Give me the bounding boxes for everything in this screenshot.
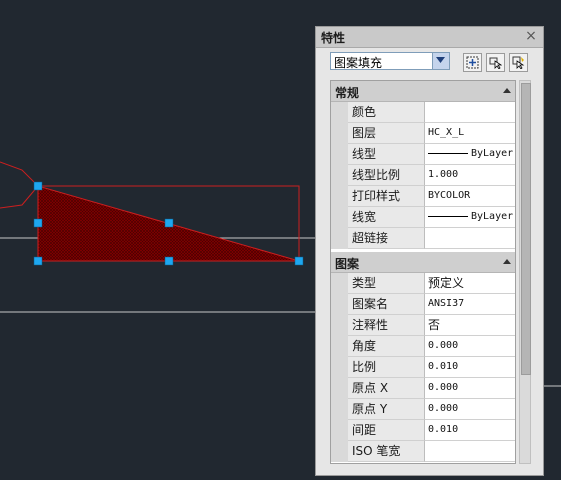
- property-name: 比例: [348, 357, 425, 378]
- property-value[interactable]: 预定义: [425, 273, 515, 294]
- object-type-dropdown[interactable]: 图案填充: [330, 52, 450, 70]
- property-value[interactable]: 0.000: [425, 336, 515, 357]
- object-type-value: 图案填充: [334, 56, 383, 70]
- row-gutter: [331, 186, 348, 207]
- line-sample: [428, 215, 468, 217]
- property-value[interactable]: [425, 102, 515, 123]
- property-name: 线型: [348, 144, 425, 165]
- property-value[interactable]: 否: [425, 315, 515, 336]
- palette-title: 特性: [321, 31, 346, 45]
- line-sample: [428, 152, 468, 154]
- property-row-spacing[interactable]: 间距 0.010: [331, 420, 515, 441]
- property-row-lineweight[interactable]: 线宽 ByLayer: [331, 207, 515, 228]
- property-name: 图层: [348, 123, 425, 144]
- row-gutter: [331, 165, 348, 186]
- row-gutter: [331, 294, 348, 315]
- section-header-general[interactable]: 常规: [331, 81, 515, 102]
- property-name: ISO 笔宽: [348, 441, 425, 462]
- property-name: 注释性: [348, 315, 425, 336]
- properties-palette: 特性 × 图案填充 常规 颜色 图层 HC_X_L 线型 ByLayer 线型比…: [315, 26, 544, 476]
- property-value-linetype[interactable]: ByLayer: [425, 144, 515, 165]
- row-gutter: [331, 273, 348, 294]
- red-polyline[interactable]: [0, 161, 39, 209]
- property-name: 角度: [348, 336, 425, 357]
- row-gutter: [331, 315, 348, 336]
- row-gutter: [331, 441, 348, 462]
- collapse-icon[interactable]: [503, 88, 511, 93]
- property-row-linetype[interactable]: 线型 ByLayer: [331, 144, 515, 165]
- property-value[interactable]: 0.000: [425, 378, 515, 399]
- property-name: 线型比例: [348, 165, 425, 186]
- property-value[interactable]: 0.010: [425, 357, 515, 378]
- property-name: 超链接: [348, 228, 425, 249]
- property-name: 类型: [348, 273, 425, 294]
- property-row-angle[interactable]: 角度 0.000: [331, 336, 515, 357]
- property-row-origin-y[interactable]: 原点 Y 0.000: [331, 399, 515, 420]
- grip-mid-left[interactable]: [33, 218, 43, 228]
- property-name: 原点 X: [348, 378, 425, 399]
- property-value[interactable]: ANSI37: [425, 294, 515, 315]
- property-value-text: ByLayer: [471, 148, 514, 159]
- property-value-text: ByLayer: [471, 211, 514, 222]
- collapse-icon[interactable]: [503, 259, 511, 264]
- grip-bottom-right[interactable]: [294, 256, 304, 266]
- row-gutter: [331, 420, 348, 441]
- section-label: 常规: [335, 86, 360, 100]
- scrollbar-thumb[interactable]: [521, 83, 531, 375]
- section-header-pattern[interactable]: 图案: [331, 252, 515, 273]
- row-gutter: [331, 336, 348, 357]
- property-name: 线宽: [348, 207, 425, 228]
- grip-center[interactable]: [164, 218, 174, 228]
- row-gutter: [331, 144, 348, 165]
- row-gutter: [331, 207, 348, 228]
- row-gutter: [331, 378, 348, 399]
- section-label: 图案: [335, 257, 360, 271]
- property-row-scale[interactable]: 比例 0.010: [331, 357, 515, 378]
- property-value[interactable]: [425, 228, 515, 249]
- grip-top-left[interactable]: [33, 181, 43, 191]
- property-row-linetype-scale[interactable]: 线型比例 1.000: [331, 165, 515, 186]
- property-value[interactable]: [425, 441, 515, 462]
- grip-bottom-left[interactable]: [33, 256, 43, 266]
- property-row-type[interactable]: 类型 预定义: [331, 273, 515, 294]
- quick-select-button[interactable]: [509, 53, 528, 72]
- property-row-pattern-name[interactable]: 图案名 ANSI37: [331, 294, 515, 315]
- property-name: 打印样式: [348, 186, 425, 207]
- row-gutter: [331, 357, 348, 378]
- property-row-iso-pen-width[interactable]: ISO 笔宽: [331, 441, 515, 462]
- row-gutter: [331, 102, 348, 123]
- property-row-origin-x[interactable]: 原点 X 0.000: [331, 378, 515, 399]
- close-icon[interactable]: ×: [523, 28, 539, 44]
- property-value-lineweight[interactable]: ByLayer: [425, 207, 515, 228]
- select-objects-button[interactable]: [486, 53, 505, 72]
- palette-title-bar[interactable]: 特性 ×: [316, 27, 543, 48]
- property-value[interactable]: BYCOLOR: [425, 186, 515, 207]
- property-name: 原点 Y: [348, 399, 425, 420]
- property-row-plot-style[interactable]: 打印样式 BYCOLOR: [331, 186, 515, 207]
- properties-grid: 常规 颜色 图层 HC_X_L 线型 ByLayer 线型比例 1.000 打印…: [330, 80, 516, 464]
- property-row-hyperlink[interactable]: 超链接: [331, 228, 515, 249]
- property-name: 颜色: [348, 102, 425, 123]
- property-name: 间距: [348, 420, 425, 441]
- property-name: 图案名: [348, 294, 425, 315]
- row-gutter: [331, 399, 348, 420]
- property-value[interactable]: HC_X_L: [425, 123, 515, 144]
- property-row-annotative[interactable]: 注释性 否: [331, 315, 515, 336]
- property-value[interactable]: 0.010: [425, 420, 515, 441]
- chevron-down-icon[interactable]: [432, 53, 449, 69]
- row-gutter: [331, 123, 348, 144]
- properties-scrollbar[interactable]: [519, 80, 531, 464]
- grip-bottom-mid[interactable]: [164, 256, 174, 266]
- property-row-color[interactable]: 颜色: [331, 102, 515, 123]
- row-gutter: [331, 228, 348, 249]
- property-row-layer[interactable]: 图层 HC_X_L: [331, 123, 515, 144]
- property-value[interactable]: 1.000: [425, 165, 515, 186]
- property-value[interactable]: 0.000: [425, 399, 515, 420]
- toggle-pickadd-button[interactable]: [463, 53, 482, 72]
